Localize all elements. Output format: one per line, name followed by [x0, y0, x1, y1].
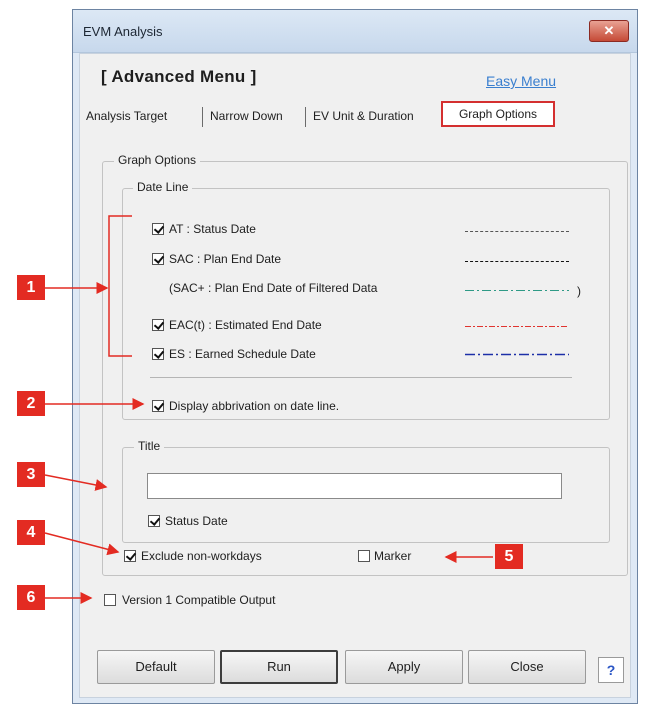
tab-strip: Analysis Target Narrow Down EV Unit & Du… — [80, 101, 628, 129]
tab-ev-unit-duration[interactable]: EV Unit & Duration — [313, 109, 414, 123]
sac-plus-label: (SAC+ : Plan End Date of Filtered Data — [169, 281, 378, 295]
annotation-badge-6: 6 — [17, 585, 45, 610]
annotation-badge-2: 2 — [17, 391, 45, 416]
at-status-date-checkbox[interactable] — [152, 223, 164, 235]
display-abbreviation-checkbox[interactable] — [152, 400, 164, 412]
display-abbreviation-label: Display abbrivation on date line. — [169, 399, 340, 413]
tab-separator — [202, 107, 203, 127]
evm-analysis-dialog: EVM Analysis ✕ [ Advanced Menu ] Easy Me… — [72, 9, 638, 704]
version1-compatible-checkbox[interactable] — [104, 594, 116, 606]
run-button[interactable]: Run — [220, 650, 338, 684]
exclude-nonworkdays-checkbox[interactable] — [124, 550, 136, 562]
apply-button[interactable]: Apply — [345, 650, 463, 684]
dialog-body: [ Advanced Menu ] Easy Menu Analysis Tar… — [79, 53, 631, 698]
graph-title-input[interactable] — [147, 473, 562, 499]
es-line-sample — [465, 353, 569, 356]
tab-narrow-down[interactable]: Narrow Down — [210, 109, 283, 123]
date-line-group-label: Date Line — [133, 180, 193, 194]
help-button[interactable]: ? — [598, 657, 624, 683]
title-group-label: Title — [134, 439, 165, 453]
version1-compatible-label: Version 1 Compatible Output — [122, 593, 276, 607]
date-line-divider — [150, 377, 572, 378]
sac-plan-end-date-checkbox[interactable] — [152, 253, 164, 265]
window-title: EVM Analysis — [83, 24, 163, 39]
at-status-date-label: AT : Status Date — [169, 222, 256, 236]
marker-label: Marker — [374, 549, 412, 563]
sac-plus-line-sample — [465, 290, 569, 291]
tab-separator — [305, 107, 306, 127]
close-window-button[interactable]: ✕ — [589, 20, 629, 42]
at-line-sample — [465, 231, 569, 232]
menu-title: [ Advanced Menu ] — [101, 67, 257, 86]
annotation-badge-1: 1 — [17, 275, 45, 300]
annotation-badge-3: 3 — [17, 462, 45, 487]
eac-line-sample — [465, 326, 569, 327]
eac-estimated-end-date-checkbox[interactable] — [152, 319, 164, 331]
sac-plan-end-date-label: SAC : Plan End Date — [169, 252, 282, 266]
annotation-badge-5: 5 — [495, 544, 523, 569]
marker-checkbox[interactable] — [358, 550, 370, 562]
close-button[interactable]: Close — [468, 650, 586, 684]
es-earned-schedule-date-checkbox[interactable] — [152, 348, 164, 360]
annotation-badge-4: 4 — [17, 520, 45, 545]
title-status-date-label: Status Date — [165, 514, 228, 528]
graph-options-group-label: Graph Options — [114, 153, 201, 167]
title-bar[interactable]: EVM Analysis ✕ — [73, 10, 637, 53]
easy-menu-link[interactable]: Easy Menu — [486, 73, 556, 89]
tab-analysis-target[interactable]: Analysis Target — [86, 109, 167, 123]
default-button[interactable]: Default — [97, 650, 215, 684]
title-status-date-checkbox[interactable] — [148, 515, 160, 527]
es-earned-schedule-date-label: ES : Earned Schedule Date — [169, 347, 316, 361]
sac-plus-closing-paren: ) — [577, 284, 581, 298]
sac-line-sample — [465, 261, 569, 262]
exclude-nonworkdays-label: Exclude non-workdays — [141, 549, 262, 563]
tab-graph-options[interactable]: Graph Options — [441, 101, 555, 127]
eac-estimated-end-date-label: EAC(t) : Estimated End Date — [169, 318, 322, 332]
